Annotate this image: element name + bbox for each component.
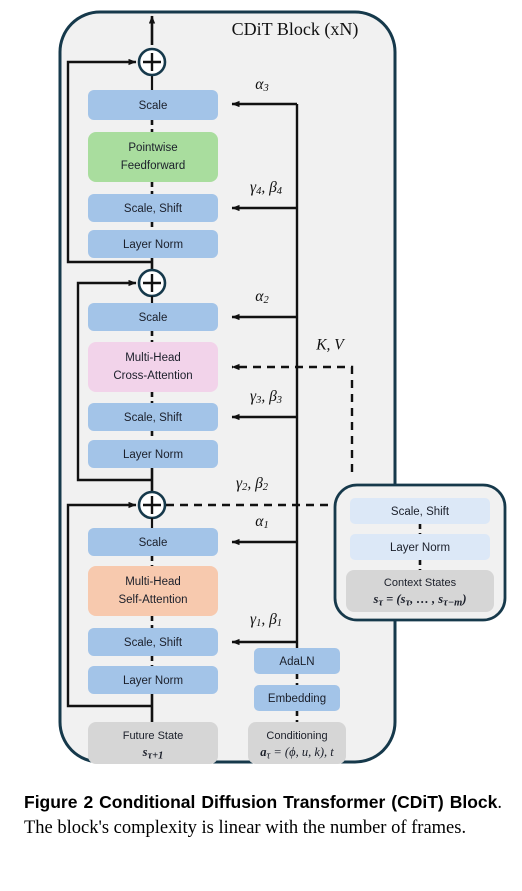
- block-self-attention-label-1: Multi-Head: [125, 576, 181, 588]
- block-embedding-label: Embedding: [268, 693, 326, 705]
- block-multi-head-cross-attention: [88, 342, 218, 392]
- block-adaln-label: AdaLN: [279, 656, 314, 668]
- block-self-attention-label-2: Self-Attention: [118, 594, 187, 606]
- block-layer-norm-cross-attn-label: Layer Norm: [123, 449, 183, 461]
- block-scale-shift-ffn-label: Scale, Shift: [124, 203, 183, 215]
- block-pointwise-feedforward-label-1: Pointwise: [128, 142, 177, 154]
- figure-container: CDiT Block (xN) Scale Pointwise Feedforw…: [0, 0, 522, 891]
- figure-caption-bold: Figure 2 Conditional Diffusion Transform…: [24, 792, 498, 812]
- block-scale-cross-attn-label: Scale: [139, 312, 168, 324]
- block-cross-attention-label-1: Multi-Head: [125, 352, 181, 364]
- block-layer-norm-self-attn-label: Layer Norm: [123, 675, 183, 687]
- block-scale-self-attn-label: Scale: [139, 537, 168, 549]
- figure-title: CDiT Block (xN): [232, 19, 359, 40]
- block-cross-attention-label-2: Cross-Attention: [113, 370, 192, 382]
- block-context-states-label: Context States: [384, 577, 457, 589]
- block-pointwise-feedforward-label-2: Feedforward: [121, 160, 186, 172]
- figure-caption: Figure 2 Conditional Diffusion Transform…: [24, 790, 502, 841]
- block-scale-shift-self-attn-label: Scale, Shift: [124, 637, 183, 649]
- block-pointwise-feedforward: [88, 132, 218, 182]
- cdit-block-diagram: CDiT Block (xN) Scale Pointwise Feedforw…: [58, 10, 507, 764]
- block-scale-ffn-label: Scale: [139, 100, 168, 112]
- block-scale-shift-cross-attn-label: Scale, Shift: [124, 412, 183, 424]
- block-layer-norm-context-label: Layer Norm: [390, 542, 450, 554]
- block-layer-norm-ffn-label: Layer Norm: [123, 239, 183, 251]
- block-scale-shift-context-label: Scale, Shift: [391, 506, 450, 518]
- block-future-state-label: Future State: [123, 730, 184, 742]
- block-conditioning-label: Conditioning: [266, 730, 327, 742]
- signal-label-kv: K, V: [315, 337, 345, 354]
- block-multi-head-self-attention: [88, 566, 218, 616]
